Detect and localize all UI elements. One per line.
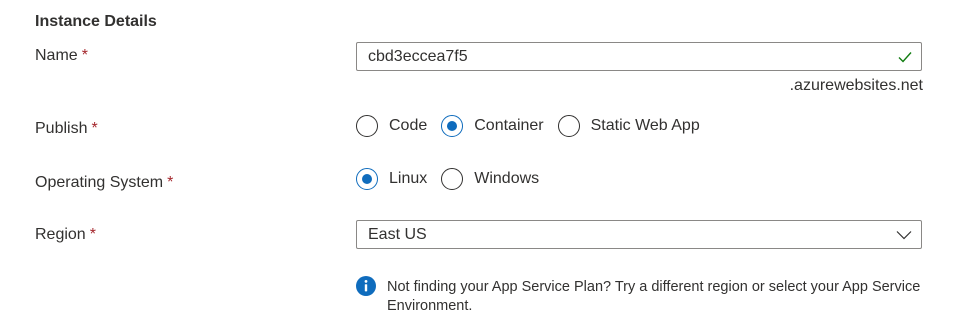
- required-marker: *: [89, 226, 96, 243]
- name-label-text: Name: [35, 47, 78, 64]
- chevron-down-icon: [896, 231, 912, 240]
- publish-label-text: Publish: [35, 120, 88, 137]
- publish-option-code[interactable]: Code: [356, 115, 427, 137]
- domain-suffix: .azurewebsites.net: [789, 77, 923, 94]
- radio-label: Linux: [389, 170, 428, 187]
- radio-label: Windows: [474, 170, 540, 187]
- radio-button[interactable]: [557, 115, 580, 137]
- info-icon: [356, 276, 376, 296]
- required-marker: *: [91, 120, 98, 137]
- name-label: Name *: [35, 47, 88, 65]
- name-input[interactable]: cbd3eccea7f5: [356, 42, 922, 71]
- os-option-windows[interactable]: Windows: [441, 168, 539, 190]
- radio-button[interactable]: [356, 115, 378, 137]
- os-radio-group: Linux Windows: [356, 168, 553, 190]
- name-input-value: cbd3eccea7f5: [368, 48, 468, 65]
- checkmark-icon: [898, 52, 912, 63]
- radio-label: Container: [474, 117, 544, 134]
- info-message: Not finding your App Service Plan? Try a…: [387, 279, 921, 314]
- radio-label: Static Web App: [590, 117, 700, 134]
- os-label: Operating System *: [35, 174, 173, 192]
- radio-button-selected[interactable]: [356, 168, 378, 190]
- radio-label: Code: [389, 117, 428, 134]
- required-marker: *: [81, 47, 88, 64]
- publish-option-static-web-app[interactable]: Static Web App: [557, 115, 700, 137]
- radio-button-selected[interactable]: [441, 115, 464, 137]
- os-option-linux[interactable]: Linux: [356, 168, 427, 190]
- os-label-text: Operating System: [35, 174, 164, 191]
- region-dropdown[interactable]: East US: [356, 220, 922, 249]
- publish-radio-group: Code Container Static Web App: [356, 115, 714, 137]
- section-title: Instance Details: [35, 13, 157, 30]
- required-marker: *: [167, 174, 174, 191]
- region-label-text: Region: [35, 226, 86, 243]
- publish-option-container[interactable]: Container: [441, 115, 544, 137]
- region-label: Region *: [35, 226, 96, 244]
- publish-label: Publish *: [35, 120, 98, 138]
- radio-button[interactable]: [441, 168, 464, 190]
- region-dropdown-value: East US: [368, 226, 427, 243]
